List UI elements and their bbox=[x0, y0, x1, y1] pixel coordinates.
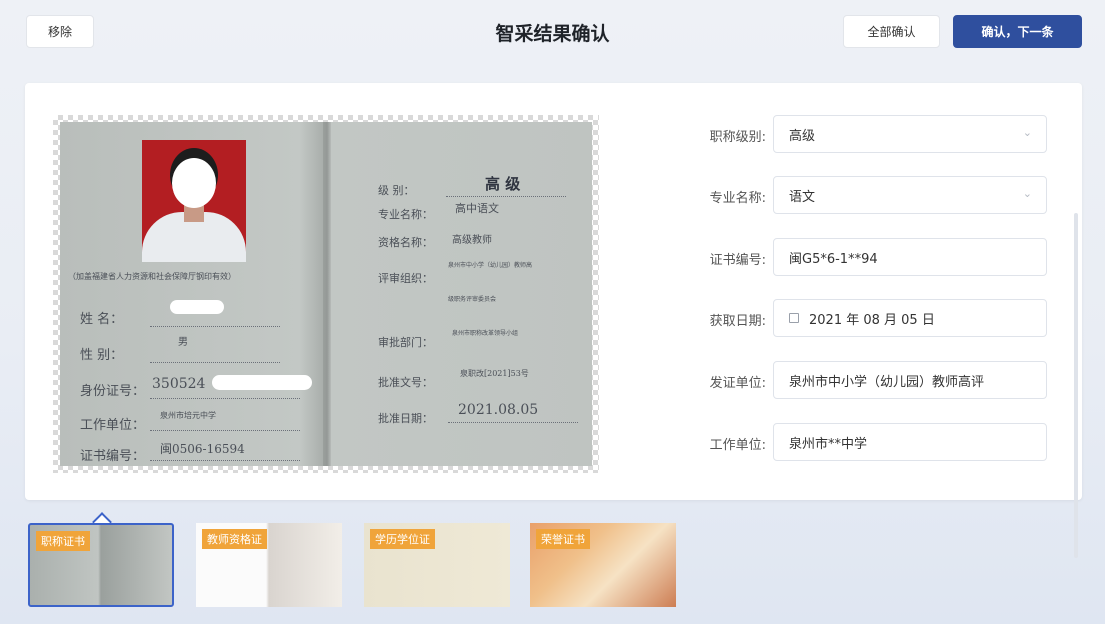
form-row-issuing-unit: 发证单位: 泉州市中小学（幼儿园）教师高评 bbox=[670, 361, 1047, 401]
calendar-icon bbox=[789, 313, 799, 323]
cert-number-label: 证书编号: bbox=[709, 253, 766, 268]
cert-level-label: 级 别： bbox=[378, 184, 415, 197]
result-panel: （加盖福建省人力资源和社会保障厅钢印有效） 姓 名： 性 别： 男 身份证号： … bbox=[25, 83, 1082, 558]
form-row-title-level: 职称级别: 高级 ⌄ bbox=[670, 115, 1047, 155]
cert-issuer-note: （加盖福建省人力资源和社会保障厅钢印有效） bbox=[68, 272, 236, 281]
redaction bbox=[212, 375, 312, 390]
title-level-value: 高级 bbox=[789, 128, 816, 144]
cert-approve-dept-value: 泉州市职称改革领导小组 bbox=[452, 330, 519, 337]
major-name-value: 语文 bbox=[789, 189, 816, 205]
portrait-photo bbox=[142, 140, 246, 262]
thumbnail-2[interactable]: 教师资格证 bbox=[196, 523, 342, 607]
issuing-unit-value: 泉州市中小学（幼儿园）教师高评 bbox=[789, 374, 985, 390]
cert-number-input[interactable]: 闽G5*6-1**94 bbox=[773, 238, 1047, 276]
cert-approve-dept-label: 审批部门： bbox=[378, 336, 433, 349]
cert-approve-doc-value: 泉职改[2021]53号 bbox=[460, 369, 529, 378]
cert-committee-label: 评审组织： bbox=[378, 272, 433, 285]
confirm-all-button[interactable]: 全部确认 bbox=[843, 15, 940, 48]
issuing-unit-label: 发证单位: bbox=[709, 376, 766, 391]
form-row-acquired-date: 获取日期: 2021 年 08 月 05 日 bbox=[670, 299, 1047, 339]
cert-id-label: 身份证号： bbox=[80, 384, 146, 399]
chevron-down-icon: ⌄ bbox=[1022, 187, 1032, 200]
cert-major-value: 高中语文 bbox=[455, 202, 499, 215]
major-name-label: 专业名称: bbox=[709, 191, 766, 206]
thumbnail-4[interactable]: 荣誉证书 bbox=[530, 523, 676, 607]
cert-level-value: 高 级 bbox=[485, 175, 521, 193]
thumbnail-tag: 学历学位证 bbox=[370, 529, 435, 549]
cert-id-value: 350524 bbox=[152, 376, 206, 392]
acquired-date-label: 获取日期: bbox=[709, 314, 766, 329]
cert-qualification-value: 高级教师 bbox=[452, 235, 492, 246]
thumbnail-tag: 教师资格证 bbox=[202, 529, 267, 549]
thumbnail-tag: 职称证书 bbox=[36, 531, 90, 551]
cert-number-value: 闽G5*6-1**94 bbox=[789, 251, 878, 267]
form-row-work-unit: 工作单位: 泉州市**中学 bbox=[670, 423, 1047, 463]
acquired-date-value: 2021 年 08 月 05 日 bbox=[809, 312, 935, 328]
issuing-unit-input[interactable]: 泉州市中小学（幼儿园）教师高评 bbox=[773, 361, 1047, 399]
cert-approve-date-value: 2021.08.05 bbox=[458, 402, 539, 418]
confirm-next-button[interactable]: 确认，下一条 bbox=[953, 15, 1082, 48]
form-scrollbar[interactable] bbox=[1074, 213, 1078, 558]
title-level-select[interactable]: 高级 ⌄ bbox=[773, 115, 1047, 153]
cert-number-label: 证书编号： bbox=[80, 449, 146, 464]
cert-approve-date-label: 批准日期： bbox=[378, 412, 433, 425]
cert-committee-value-2: 级职务评审委员会 bbox=[448, 296, 497, 303]
cert-committee-value-1: 泉州市中小学（幼儿园）教师高 bbox=[448, 262, 533, 269]
top-bar: 移除 智采结果确认 全部确认 确认，下一条 bbox=[0, 0, 1105, 68]
cert-number-value: 闽0506-16594 bbox=[160, 442, 245, 456]
certificate-image: （加盖福建省人力资源和社会保障厅钢印有效） 姓 名： 性 别： 男 身份证号： … bbox=[53, 115, 599, 473]
title-level-label: 职称级别: bbox=[709, 130, 766, 145]
work-unit-input[interactable]: 泉州市**中学 bbox=[773, 423, 1047, 461]
chevron-down-icon: ⌄ bbox=[1022, 126, 1032, 139]
redaction bbox=[170, 300, 224, 314]
thumbnail-3[interactable]: 学历学位证 bbox=[364, 523, 510, 607]
cert-major-label: 专业名称： bbox=[378, 208, 433, 221]
major-name-select[interactable]: 语文 ⌄ bbox=[773, 176, 1047, 214]
work-unit-label: 工作单位: bbox=[709, 438, 766, 453]
cert-gender-label: 性 别： bbox=[80, 348, 124, 363]
cert-qualification-label: 资格名称： bbox=[378, 236, 433, 249]
thumbnail-tag: 荣誉证书 bbox=[536, 529, 590, 549]
cert-name-label: 姓 名： bbox=[80, 312, 124, 327]
cert-work-value: 泉州市培元中学 bbox=[160, 411, 216, 420]
form-row-cert-number: 证书编号: 闽G5*6-1**94 bbox=[670, 238, 1047, 278]
cert-approve-doc-label: 批准文号： bbox=[378, 376, 433, 389]
cert-gender-value: 男 bbox=[178, 337, 188, 348]
thumbnail-1[interactable]: 职称证书 bbox=[28, 523, 174, 607]
certificate-fold bbox=[323, 122, 331, 466]
acquired-date-date-picker[interactable]: 2021 年 08 月 05 日 bbox=[773, 299, 1047, 337]
cert-work-label: 工作单位： bbox=[80, 418, 146, 433]
work-unit-value: 泉州市**中学 bbox=[789, 436, 868, 452]
form-row-major-name: 专业名称: 语文 ⌄ bbox=[670, 176, 1047, 216]
